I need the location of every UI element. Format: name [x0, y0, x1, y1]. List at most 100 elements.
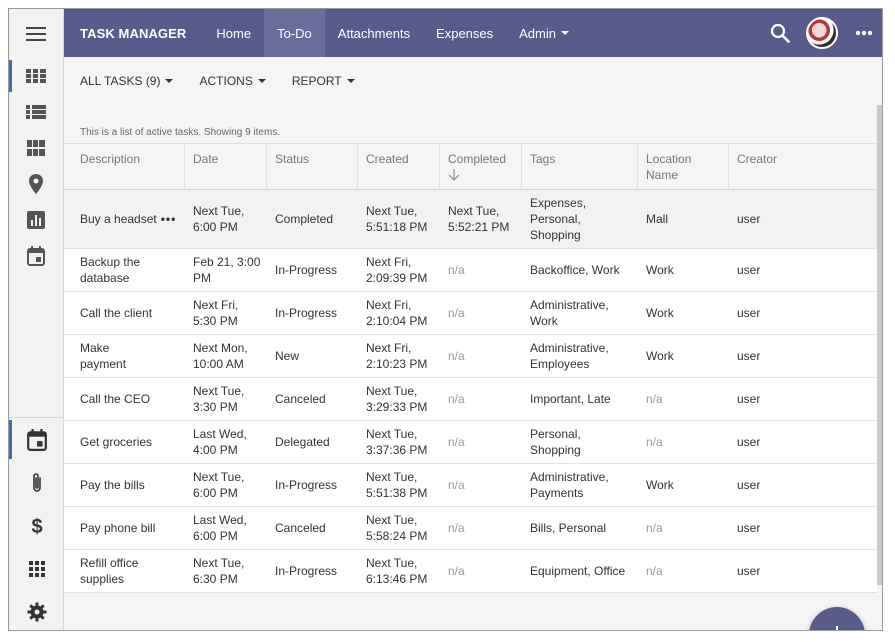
avatar[interactable]: [806, 17, 838, 49]
menu-button[interactable]: [9, 9, 63, 58]
cell-location-text: Work: [646, 478, 674, 492]
cell-created-text: Next Fri,: [366, 298, 412, 312]
chevron-down-icon: [257, 79, 266, 83]
column-header-created[interactable]: Created: [358, 144, 440, 189]
nav-todo[interactable]: To-Do: [264, 9, 325, 57]
cell-status: In-Progress: [267, 305, 358, 321]
table-row[interactable]: Refill office supplies Next Tue, 6:30 PM In-…: [64, 550, 877, 593]
column-header-completed[interactable]: Completed: [440, 144, 522, 189]
cell-creator: user: [729, 563, 877, 579]
cell-completed-text: n/a: [448, 435, 465, 449]
all-tasks-button[interactable]: ALL TASKS (9): [80, 74, 174, 88]
cell-location: Work: [638, 305, 729, 321]
actions-button[interactable]: ACTIONS: [199, 74, 266, 88]
column-header-date[interactable]: Date: [185, 144, 267, 189]
task-grid: Description Date Status Created Complete…: [64, 143, 877, 593]
cell-description-text: supplies: [80, 572, 125, 586]
sidebar-item-cards-view[interactable]: [9, 130, 63, 166]
cell-description-text: Buy a headset: [80, 212, 157, 226]
cell-tags-text: Bills, Personal: [530, 521, 607, 535]
app-brand[interactable]: TASK MANAGER: [64, 9, 203, 57]
cell-created-text: Next Tue,: [366, 556, 418, 570]
cell-tags: Administrative, Work: [522, 297, 638, 329]
nav-attachments[interactable]: Attachments: [325, 9, 423, 57]
sidebar-item-settings[interactable]: [9, 590, 64, 630]
table-row[interactable]: Pay the bills Next Tue, 6:00 PM In-Progress…: [64, 464, 877, 507]
table-row[interactable]: Get groceries Last Wed, 4:00 PM Delegated Ne…: [64, 421, 877, 464]
cell-date-text: Last Wed,: [193, 427, 247, 441]
cell-creator-text: user: [737, 349, 761, 363]
cell-date-text: Last Wed,: [193, 513, 247, 527]
sidebar-item-attachments[interactable]: [9, 461, 64, 504]
sidebar-lower: $: [9, 417, 64, 630]
cell-created: Next Tue, 5:51:18 PM: [358, 203, 440, 235]
cell-creator-text: user: [737, 564, 761, 578]
sidebar-item-map-view[interactable]: [9, 166, 63, 202]
cell-date-text: 3:30 PM: [193, 400, 238, 414]
cell-tags-text: Administrative,: [530, 470, 609, 484]
nav-home[interactable]: Home: [203, 9, 264, 57]
cell-status-text: Canceled: [275, 521, 326, 535]
cell-created: Next Tue, 3:29:33 PM: [358, 383, 440, 415]
grid-view-icon: [26, 69, 46, 83]
table-row[interactable]: Pay phone bill Last Wed, 6:00 PM Canceled Ne…: [64, 507, 877, 550]
column-header-creator[interactable]: Creator: [729, 144, 877, 189]
cell-tags-text: Employees: [530, 357, 590, 371]
cell-creator-text: user: [737, 435, 761, 449]
table-row[interactable]: Call the client Next Fri, 5:30 PM In-Progre…: [64, 292, 877, 335]
cell-date-text: 6:30 PM: [193, 572, 238, 586]
cell-description: Pay phone bill: [64, 520, 185, 536]
cell-description: Buy a headset •••: [64, 211, 185, 227]
sort-down-icon: [448, 169, 460, 181]
sidebar-item-apps[interactable]: [9, 547, 64, 590]
cell-status: Canceled: [267, 391, 358, 407]
table-row[interactable]: Buy a headset ••• Next Tue, 6:00 PM Complete…: [64, 190, 877, 249]
sidebar-item-list-view[interactable]: [9, 94, 63, 130]
cell-tags-text: Personal,: [530, 427, 581, 441]
table-row[interactable]: Make payment Next Mon, 10:00 AM New Next Fri,…: [64, 335, 877, 378]
column-header-status[interactable]: Status: [267, 144, 358, 189]
cell-date-text: 6:00 PM: [193, 486, 238, 500]
chart-view-icon: [27, 211, 45, 229]
column-header-description[interactable]: Description: [64, 144, 185, 189]
cell-location-text: Work: [646, 349, 674, 363]
sidebar-item-calendar-view[interactable]: [9, 238, 63, 274]
nav-admin[interactable]: Admin: [506, 9, 582, 57]
cell-description-text: database: [80, 271, 130, 285]
cell-status-text: Delegated: [275, 435, 330, 449]
sidebar-item-grid-view[interactable]: [9, 58, 63, 94]
sidebar-item-expenses[interactable]: $: [9, 504, 64, 547]
row-actions-button[interactable]: •••: [161, 212, 177, 226]
vertical-scrollbar[interactable]: [877, 105, 882, 585]
sidebar-item-todo[interactable]: [9, 418, 64, 461]
cell-completed-text: n/a: [448, 564, 465, 578]
nav-expenses[interactable]: Expenses: [423, 9, 506, 57]
cell-creator-text: user: [737, 392, 761, 406]
table-row[interactable]: Backup the database Feb 21, 3:00 PM In-Progr…: [64, 249, 877, 292]
cell-status: Completed: [267, 211, 358, 227]
cell-creator: user: [729, 262, 877, 278]
cell-tags-text: Administrative,: [530, 298, 609, 312]
cell-tags: Important, Late: [522, 391, 638, 407]
cell-date-text: PM: [193, 271, 211, 285]
cell-created-text: Next Tue,: [366, 427, 418, 441]
column-header-location-line1: Location: [646, 152, 692, 166]
search-button[interactable]: [766, 19, 794, 47]
add-task-button[interactable]: [809, 607, 865, 630]
report-button[interactable]: REPORT: [292, 74, 355, 88]
grid-body: Buy a headset ••• Next Tue, 6:00 PM Complete…: [64, 190, 877, 593]
cell-tags: Expenses, Personal, Shopping: [522, 195, 638, 243]
cell-created-text: 3:37:36 PM: [366, 443, 428, 457]
app-window: $ TASK MANAGER Home To-Do Attachments Ex…: [8, 8, 883, 631]
cell-completed-text: 5:52:21 PM: [448, 220, 510, 234]
chevron-down-icon: [561, 31, 569, 35]
cell-tags-text: Important, Late: [530, 392, 611, 406]
column-header-location-line2: Name: [646, 168, 679, 182]
cell-status: In-Progress: [267, 262, 358, 278]
more-menu-button[interactable]: [850, 19, 878, 47]
cell-completed: n/a: [440, 563, 522, 579]
column-header-location-name[interactable]: Location Name: [638, 144, 729, 189]
table-row[interactable]: Call the CEO Next Tue, 3:30 PM Canceled Next…: [64, 378, 877, 421]
sidebar-item-chart-view[interactable]: [9, 202, 63, 238]
column-header-tags[interactable]: Tags: [522, 144, 638, 189]
